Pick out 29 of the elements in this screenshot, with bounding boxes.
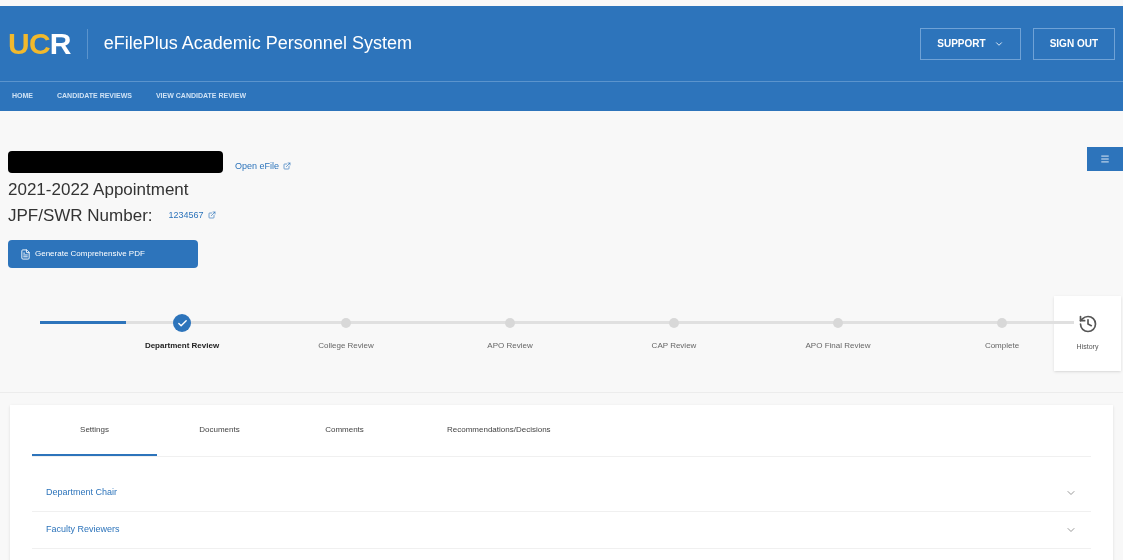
accordion-row[interactable]: Faculty Reviewers <box>32 512 1091 549</box>
step-label: APO Final Review <box>805 340 871 352</box>
accordion-row[interactable]: Department Chair <box>32 475 1091 512</box>
app-title: eFilePlus Academic Personnel System <box>103 32 412 55</box>
external-link-icon <box>283 162 292 171</box>
section-title: Department Chair <box>46 486 118 500</box>
external-link-icon <box>207 211 216 220</box>
tab[interactable]: Comments <box>282 405 407 456</box>
history-icon <box>1077 314 1098 335</box>
review-title: 2021-2022 Appointment <box>8 179 190 201</box>
step-label: College Review <box>318 340 374 352</box>
sign-out-button[interactable]: SIGN OUT <box>1032 27 1115 60</box>
step-label: Department Review <box>144 340 220 352</box>
document-icon <box>20 248 31 260</box>
step-label: CAP Review <box>651 340 697 352</box>
section-title: Faculty Reviewers <box>46 523 120 537</box>
menu-icon <box>1100 154 1110 164</box>
menu-button[interactable] <box>1087 147 1123 171</box>
tab[interactable]: Recommendations/Decisions <box>407 405 591 456</box>
tab[interactable]: Documents <box>157 405 282 456</box>
number-label: JPF/SWR Number: <box>8 204 153 227</box>
tab[interactable]: Settings <box>32 405 157 456</box>
support-dropdown[interactable]: SUPPORT <box>920 27 1021 60</box>
number-link[interactable]: 1234567 <box>168 208 216 222</box>
logo: UCR <box>8 28 88 59</box>
generate-pdf-button[interactable]: Generate Comprehensive PDF <box>8 240 198 268</box>
step-label: APO Review <box>487 340 533 352</box>
open-efile-link[interactable]: Open eFile <box>235 159 292 173</box>
step-label: Complete <box>984 340 1020 352</box>
